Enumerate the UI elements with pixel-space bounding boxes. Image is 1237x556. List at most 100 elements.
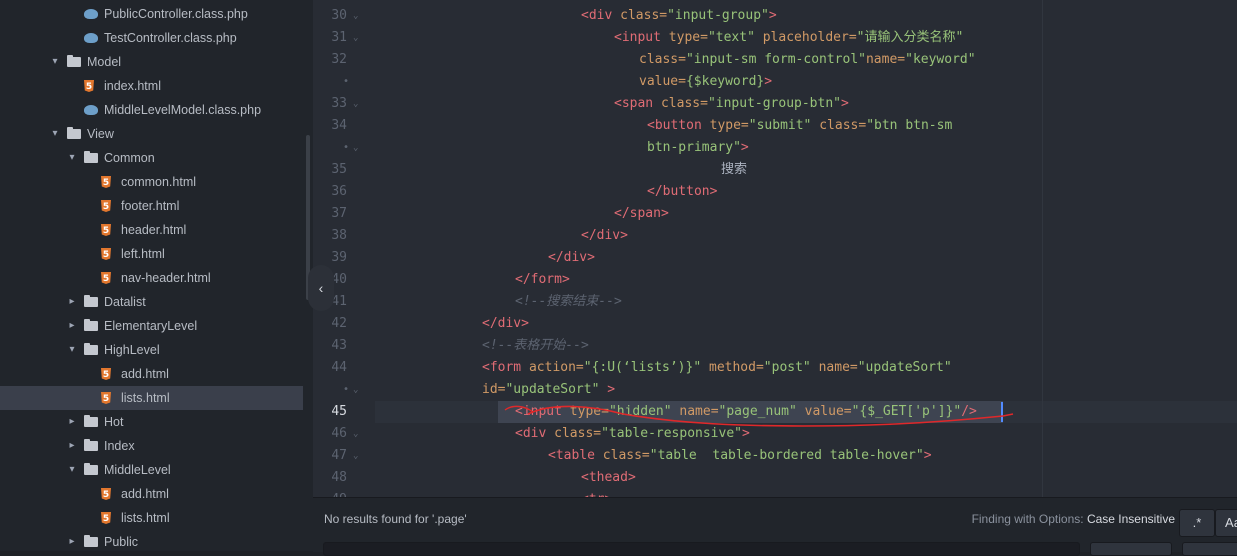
code-line[interactable]: 搜索 [721, 159, 747, 181]
find-input[interactable] [323, 542, 1080, 556]
code-token: </span> [614, 206, 669, 221]
code-token: </div> [581, 228, 628, 243]
code-line[interactable]: </div> [581, 225, 628, 247]
folder-icon [84, 535, 98, 547]
tree-folder[interactable]: ▸ Datalist [0, 290, 303, 314]
code-line[interactable]: <table class="table table-bordered table… [548, 445, 932, 467]
code-token: "请输入分类名称" [856, 30, 964, 45]
chevron-right-icon[interactable]: ▸ [67, 410, 77, 434]
tree-item-label: add.html [121, 487, 169, 501]
code-line[interactable]: </button> [647, 181, 717, 203]
code-token: class= [639, 52, 686, 67]
code-line[interactable]: <div class="input-group"> [581, 5, 777, 27]
code-token: "input-sm form-control" [685, 52, 866, 67]
find-all-button[interactable] [1182, 542, 1237, 556]
case-sensitive-toggle-button[interactable]: Aa [1215, 509, 1237, 537]
tree-file[interactable]: lists.html [0, 386, 303, 410]
code-token: </button> [647, 184, 718, 199]
collapse-panel-button[interactable]: ‹ [308, 265, 334, 311]
tree-folder[interactable]: ▸ ElementaryLevel [0, 314, 303, 338]
code-token: "keyword" [905, 52, 976, 67]
tree-folder[interactable]: ▾ HighLevel [0, 338, 303, 362]
code-token: > [764, 74, 773, 89]
fold-chevron-icon[interactable]: ⌄ [353, 137, 358, 159]
find-options-label: Finding with Options: Case Insensitive [971, 512, 1175, 526]
tree-folder[interactable]: ▾ View [0, 122, 303, 146]
fold-chevron-icon[interactable]: ⌄ [353, 445, 358, 467]
chevron-down-icon[interactable]: ▾ [67, 338, 77, 362]
regex-toggle-button[interactable]: .* [1179, 509, 1215, 537]
code-line[interactable]: <!--表格开始--> [482, 335, 589, 357]
code-line[interactable]: </div> [548, 247, 595, 269]
code-token: > [740, 140, 749, 155]
html5-icon [101, 224, 111, 236]
chevron-right-icon[interactable]: ▸ [67, 314, 77, 338]
tree-folder[interactable]: ▾ Common [0, 146, 303, 170]
code-editor[interactable]: 30 ⌄ 31 ⌄ 32 • 33 ⌄ 34 • ⌄ 35 36 37 38 39 40 41 42 43 44 • ⌄ 45… [313, 0, 1237, 497]
code-token: <div [581, 8, 621, 23]
code-token: class= [602, 448, 650, 463]
tree-item-label: footer.html [121, 199, 180, 213]
tree-file[interactable]: left.html [0, 242, 303, 266]
tree-file[interactable]: add.html [0, 362, 303, 386]
code-line[interactable]: <button type="submit" class="btn btn-sm [647, 115, 952, 137]
tree-folder[interactable]: ▾ Model [0, 50, 303, 74]
tree-file[interactable]: PublicController.class.php [0, 2, 303, 26]
code-line[interactable]: value={$keyword}> [639, 71, 772, 93]
fold-chevron-icon[interactable]: ⌄ [353, 5, 358, 27]
tree-item-label: HighLevel [104, 343, 160, 357]
tree-file[interactable]: common.html [0, 170, 303, 194]
code-line[interactable]: btn-primary"> [647, 137, 749, 159]
code-line[interactable]: <input type="text" placeholder="请输入分类名称" [614, 27, 963, 49]
folder-icon [67, 127, 81, 139]
code-line[interactable]: </span> [614, 203, 669, 225]
tree-item-label: Public [104, 535, 139, 549]
tree-item-label: Model [87, 55, 122, 69]
tree-file[interactable]: MiddleLevelModel.class.php [0, 98, 303, 122]
tree-folder[interactable]: ▸ Index [0, 434, 303, 458]
code-line[interactable]: </form> [515, 269, 570, 291]
chevron-right-icon[interactable]: ▸ [67, 290, 77, 314]
line-number: 35 [331, 162, 347, 177]
tree-file[interactable]: nav-header.html [0, 266, 303, 290]
code-line[interactable]: <span class="input-group-btn"> [614, 93, 849, 115]
tree-file[interactable]: footer.html [0, 194, 303, 218]
code-token: </form> [515, 272, 570, 287]
tree-item-label: nav-header.html [121, 271, 211, 285]
chevron-down-icon[interactable]: ▾ [67, 458, 77, 482]
tree-file[interactable]: header.html [0, 218, 303, 242]
fold-chevron-icon[interactable]: ⌄ [353, 93, 358, 115]
code-line[interactable]: <thead> [581, 467, 636, 489]
code-line[interactable]: class="input-sm form-control"name="keywo… [639, 49, 976, 71]
folder-icon [84, 415, 98, 427]
code-token: <!--搜索结束--> [515, 294, 622, 309]
html5-icon [84, 80, 94, 92]
chevron-down-icon[interactable]: ▾ [67, 146, 77, 170]
fold-chevron-icon[interactable]: ⌄ [353, 379, 358, 401]
tree-file[interactable]: TestController.class.php [0, 26, 303, 50]
tree-folder[interactable]: ▾ MiddleLevel [0, 458, 303, 482]
chevron-right-icon[interactable]: ▸ [67, 530, 77, 551]
tree-file[interactable]: index.html [0, 74, 303, 98]
line-number: • ⌄ [313, 137, 375, 159]
fold-chevron-icon[interactable]: ⌄ [353, 27, 358, 49]
line-number: 32 [331, 52, 347, 67]
line-number: 33 ⌄ [313, 93, 375, 115]
chevron-down-icon[interactable]: ▾ [50, 50, 60, 74]
chevron-down-icon[interactable]: ▾ [50, 122, 60, 146]
code-line[interactable]: <tr> [581, 489, 612, 497]
tree-folder[interactable]: ▸ Hot [0, 410, 303, 434]
html5-icon [101, 272, 111, 284]
tree-file[interactable]: lists.html [0, 506, 303, 530]
chevron-right-icon[interactable]: ▸ [67, 434, 77, 458]
code-line[interactable]: <!--搜索结束--> [515, 291, 622, 313]
code-line[interactable]: </div> [482, 313, 529, 335]
find-button[interactable] [1090, 542, 1172, 556]
html5-icon [101, 248, 111, 260]
fold-chevron-icon[interactable]: ⌄ [353, 423, 358, 445]
code-line[interactable]: <form action="{:U(‘lists’)}" method="pos… [482, 357, 952, 379]
code-token: </div> [482, 316, 529, 331]
tree-file[interactable]: add.html [0, 482, 303, 506]
tree-folder[interactable]: ▸ Public [0, 530, 303, 551]
code-token: value= [639, 74, 686, 89]
